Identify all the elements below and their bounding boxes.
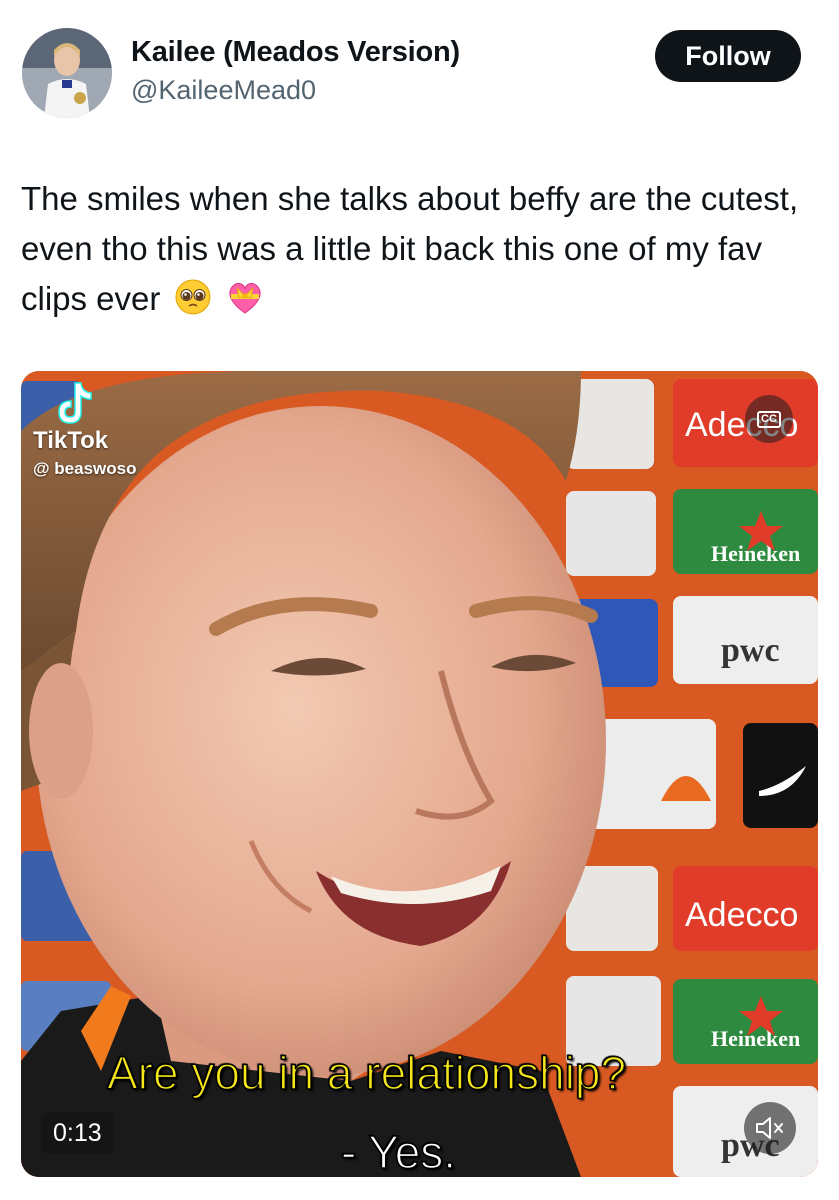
board-adecco-2: Adecco (685, 896, 798, 934)
video-caption-answer: - Yes. (340, 1126, 457, 1177)
tiktok-logo-icon (58, 382, 92, 424)
author-display-name[interactable]: Kailee (Meados Version) (131, 36, 460, 69)
tweet-body: The smiles when she talks about beffy ar… (21, 180, 799, 317)
video-player[interactable]: Adecco Heineken pwc Adecco Heineken pwc (21, 371, 818, 1177)
tweet-text: The smiles when she talks about beffy ar… (21, 174, 821, 330)
cc-icon: CC (757, 410, 781, 428)
heart-with-ribbon-emoji (225, 278, 265, 330)
speaker-muted-icon (756, 1117, 783, 1139)
mute-button[interactable] (744, 1102, 796, 1154)
author-handle[interactable]: @KaileeMead0 (131, 75, 316, 106)
pleading-face-emoji (174, 278, 212, 330)
follow-button[interactable]: Follow (655, 30, 801, 82)
video-caption-question: Are you in a relationship? (106, 1047, 627, 1099)
board-pwc-1: pwc (721, 632, 780, 669)
profile-avatar-image (22, 28, 112, 118)
tiktok-watermark-user: @ beaswoso (33, 459, 137, 478)
tiktok-watermark-app: TikTok (33, 427, 109, 454)
video-duration: 0:13 (41, 1112, 114, 1154)
closed-captions-button[interactable]: CC (745, 395, 793, 443)
avatar[interactable] (22, 28, 112, 118)
